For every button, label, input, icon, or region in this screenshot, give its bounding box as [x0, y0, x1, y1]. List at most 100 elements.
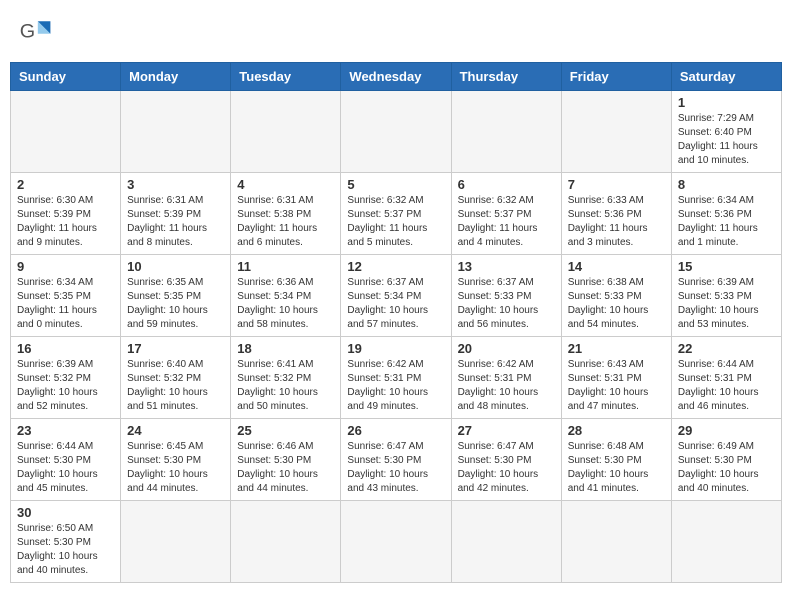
day-number: 24	[127, 423, 224, 438]
day-info: Sunrise: 6:30 AM Sunset: 5:39 PM Dayligh…	[17, 194, 114, 250]
logo: G	[18, 14, 58, 50]
day-info: Sunrise: 6:41 AM Sunset: 5:32 PM Dayligh…	[237, 358, 334, 414]
calendar-header-wednesday: Wednesday	[341, 63, 451, 91]
day-info: Sunrise: 6:45 AM Sunset: 5:30 PM Dayligh…	[127, 440, 224, 496]
day-number: 22	[678, 341, 775, 356]
day-info: Sunrise: 6:46 AM Sunset: 5:30 PM Dayligh…	[237, 440, 334, 496]
day-number: 1	[678, 95, 775, 110]
calendar-header-thursday: Thursday	[451, 63, 561, 91]
calendar-day-cell: 2 Sunrise: 6:30 AM Sunset: 5:39 PM Daylig…	[11, 173, 121, 255]
day-number: 7	[568, 177, 665, 192]
calendar-day-cell: 28 Sunrise: 6:48 AM Sunset: 5:30 PM Dayli…	[561, 419, 671, 501]
day-info: Sunrise: 6:47 AM Sunset: 5:30 PM Dayligh…	[458, 440, 555, 496]
calendar-day-cell	[451, 501, 561, 583]
day-info: Sunrise: 6:33 AM Sunset: 5:36 PM Dayligh…	[568, 194, 665, 250]
calendar-day-cell: 10 Sunrise: 6:35 AM Sunset: 5:35 PM Dayli…	[121, 255, 231, 337]
day-info: Sunrise: 6:34 AM Sunset: 5:36 PM Dayligh…	[678, 194, 775, 250]
day-number: 11	[237, 259, 334, 274]
day-info: Sunrise: 6:31 AM Sunset: 5:39 PM Dayligh…	[127, 194, 224, 250]
calendar-header-sunday: Sunday	[11, 63, 121, 91]
day-info: Sunrise: 6:35 AM Sunset: 5:35 PM Dayligh…	[127, 276, 224, 332]
calendar-day-cell	[231, 501, 341, 583]
day-number: 23	[17, 423, 114, 438]
day-number: 13	[458, 259, 555, 274]
day-number: 25	[237, 423, 334, 438]
day-number: 28	[568, 423, 665, 438]
calendar-day-cell: 1 Sunrise: 7:29 AM Sunset: 6:40 PM Daylig…	[671, 91, 781, 173]
calendar-header-saturday: Saturday	[671, 63, 781, 91]
day-info: Sunrise: 6:31 AM Sunset: 5:38 PM Dayligh…	[237, 194, 334, 250]
day-info: Sunrise: 7:29 AM Sunset: 6:40 PM Dayligh…	[678, 112, 775, 168]
calendar-header-tuesday: Tuesday	[231, 63, 341, 91]
day-number: 10	[127, 259, 224, 274]
calendar-day-cell: 30Sunrise: 6:50 AM Sunset: 5:30 PM Dayli…	[11, 501, 121, 583]
calendar-day-cell	[121, 91, 231, 173]
calendar-day-cell: 11Sunrise: 6:36 AM Sunset: 5:34 PM Dayli…	[231, 255, 341, 337]
calendar-week-row: 16Sunrise: 6:39 AM Sunset: 5:32 PM Dayli…	[11, 337, 782, 419]
calendar-day-cell: 27 Sunrise: 6:47 AM Sunset: 5:30 PM Dayli…	[451, 419, 561, 501]
day-number: 16	[17, 341, 114, 356]
calendar-day-cell: 17Sunrise: 6:40 AM Sunset: 5:32 PM Dayli…	[121, 337, 231, 419]
day-number: 21	[568, 341, 665, 356]
calendar-day-cell: 12 Sunrise: 6:37 AM Sunset: 5:34 PM Dayli…	[341, 255, 451, 337]
calendar-day-cell: 18 Sunrise: 6:41 AM Sunset: 5:32 PM Dayli…	[231, 337, 341, 419]
day-info: Sunrise: 6:42 AM Sunset: 5:31 PM Dayligh…	[458, 358, 555, 414]
general-blue-logo-icon: G	[18, 14, 54, 50]
svg-text:G: G	[20, 20, 35, 42]
calendar-day-cell	[341, 501, 451, 583]
calendar-header-friday: Friday	[561, 63, 671, 91]
calendar-day-cell: 24 Sunrise: 6:45 AM Sunset: 5:30 PM Dayli…	[121, 419, 231, 501]
calendar-table: SundayMondayTuesdayWednesdayThursdayFrid…	[10, 62, 782, 583]
day-info: Sunrise: 6:48 AM Sunset: 5:30 PM Dayligh…	[568, 440, 665, 496]
calendar-day-cell	[121, 501, 231, 583]
calendar-day-cell: 9Sunrise: 6:34 AM Sunset: 5:35 PM Daylig…	[11, 255, 121, 337]
calendar-day-cell: 4 Sunrise: 6:31 AM Sunset: 5:38 PM Daylig…	[231, 173, 341, 255]
calendar-week-row: 1 Sunrise: 7:29 AM Sunset: 6:40 PM Daylig…	[11, 91, 782, 173]
calendar-day-cell: 23 Sunrise: 6:44 AM Sunset: 5:30 PM Dayli…	[11, 419, 121, 501]
day-number: 14	[568, 259, 665, 274]
day-number: 12	[347, 259, 444, 274]
day-number: 5	[347, 177, 444, 192]
calendar-day-cell: 16Sunrise: 6:39 AM Sunset: 5:32 PM Dayli…	[11, 337, 121, 419]
day-number: 3	[127, 177, 224, 192]
day-info: Sunrise: 6:44 AM Sunset: 5:30 PM Dayligh…	[17, 440, 114, 496]
calendar-day-cell	[561, 91, 671, 173]
calendar-day-cell	[671, 501, 781, 583]
day-info: Sunrise: 6:34 AM Sunset: 5:35 PM Dayligh…	[17, 276, 114, 332]
day-number: 26	[347, 423, 444, 438]
calendar-day-cell: 26Sunrise: 6:47 AM Sunset: 5:30 PM Dayli…	[341, 419, 451, 501]
calendar-day-cell	[341, 91, 451, 173]
calendar-day-cell: 6Sunrise: 6:32 AM Sunset: 5:37 PM Daylig…	[451, 173, 561, 255]
calendar-day-cell: 22 Sunrise: 6:44 AM Sunset: 5:31 PM Dayli…	[671, 337, 781, 419]
calendar-day-cell: 14Sunrise: 6:38 AM Sunset: 5:33 PM Dayli…	[561, 255, 671, 337]
calendar-day-cell: 20Sunrise: 6:42 AM Sunset: 5:31 PM Dayli…	[451, 337, 561, 419]
day-number: 4	[237, 177, 334, 192]
day-number: 18	[237, 341, 334, 356]
day-info: Sunrise: 6:50 AM Sunset: 5:30 PM Dayligh…	[17, 522, 114, 578]
day-info: Sunrise: 6:44 AM Sunset: 5:31 PM Dayligh…	[678, 358, 775, 414]
calendar-day-cell: 7 Sunrise: 6:33 AM Sunset: 5:36 PM Daylig…	[561, 173, 671, 255]
day-number: 8	[678, 177, 775, 192]
day-number: 19	[347, 341, 444, 356]
calendar-day-cell: 25 Sunrise: 6:46 AM Sunset: 5:30 PM Dayli…	[231, 419, 341, 501]
day-info: Sunrise: 6:32 AM Sunset: 5:37 PM Dayligh…	[347, 194, 444, 250]
day-info: Sunrise: 6:32 AM Sunset: 5:37 PM Dayligh…	[458, 194, 555, 250]
calendar-day-cell: 5 Sunrise: 6:32 AM Sunset: 5:37 PM Daylig…	[341, 173, 451, 255]
day-info: Sunrise: 6:49 AM Sunset: 5:30 PM Dayligh…	[678, 440, 775, 496]
day-info: Sunrise: 6:37 AM Sunset: 5:33 PM Dayligh…	[458, 276, 555, 332]
calendar-day-cell: 13 Sunrise: 6:37 AM Sunset: 5:33 PM Dayli…	[451, 255, 561, 337]
calendar-day-cell	[561, 501, 671, 583]
calendar-week-row: 9Sunrise: 6:34 AM Sunset: 5:35 PM Daylig…	[11, 255, 782, 337]
day-number: 15	[678, 259, 775, 274]
calendar-week-row: 30Sunrise: 6:50 AM Sunset: 5:30 PM Dayli…	[11, 501, 782, 583]
day-info: Sunrise: 6:39 AM Sunset: 5:33 PM Dayligh…	[678, 276, 775, 332]
day-number: 27	[458, 423, 555, 438]
calendar-day-cell	[231, 91, 341, 173]
calendar-day-cell: 21Sunrise: 6:43 AM Sunset: 5:31 PM Dayli…	[561, 337, 671, 419]
calendar-header-row: SundayMondayTuesdayWednesdayThursdayFrid…	[11, 63, 782, 91]
day-number: 2	[17, 177, 114, 192]
day-info: Sunrise: 6:37 AM Sunset: 5:34 PM Dayligh…	[347, 276, 444, 332]
day-number: 17	[127, 341, 224, 356]
day-number: 29	[678, 423, 775, 438]
calendar-week-row: 23 Sunrise: 6:44 AM Sunset: 5:30 PM Dayli…	[11, 419, 782, 501]
